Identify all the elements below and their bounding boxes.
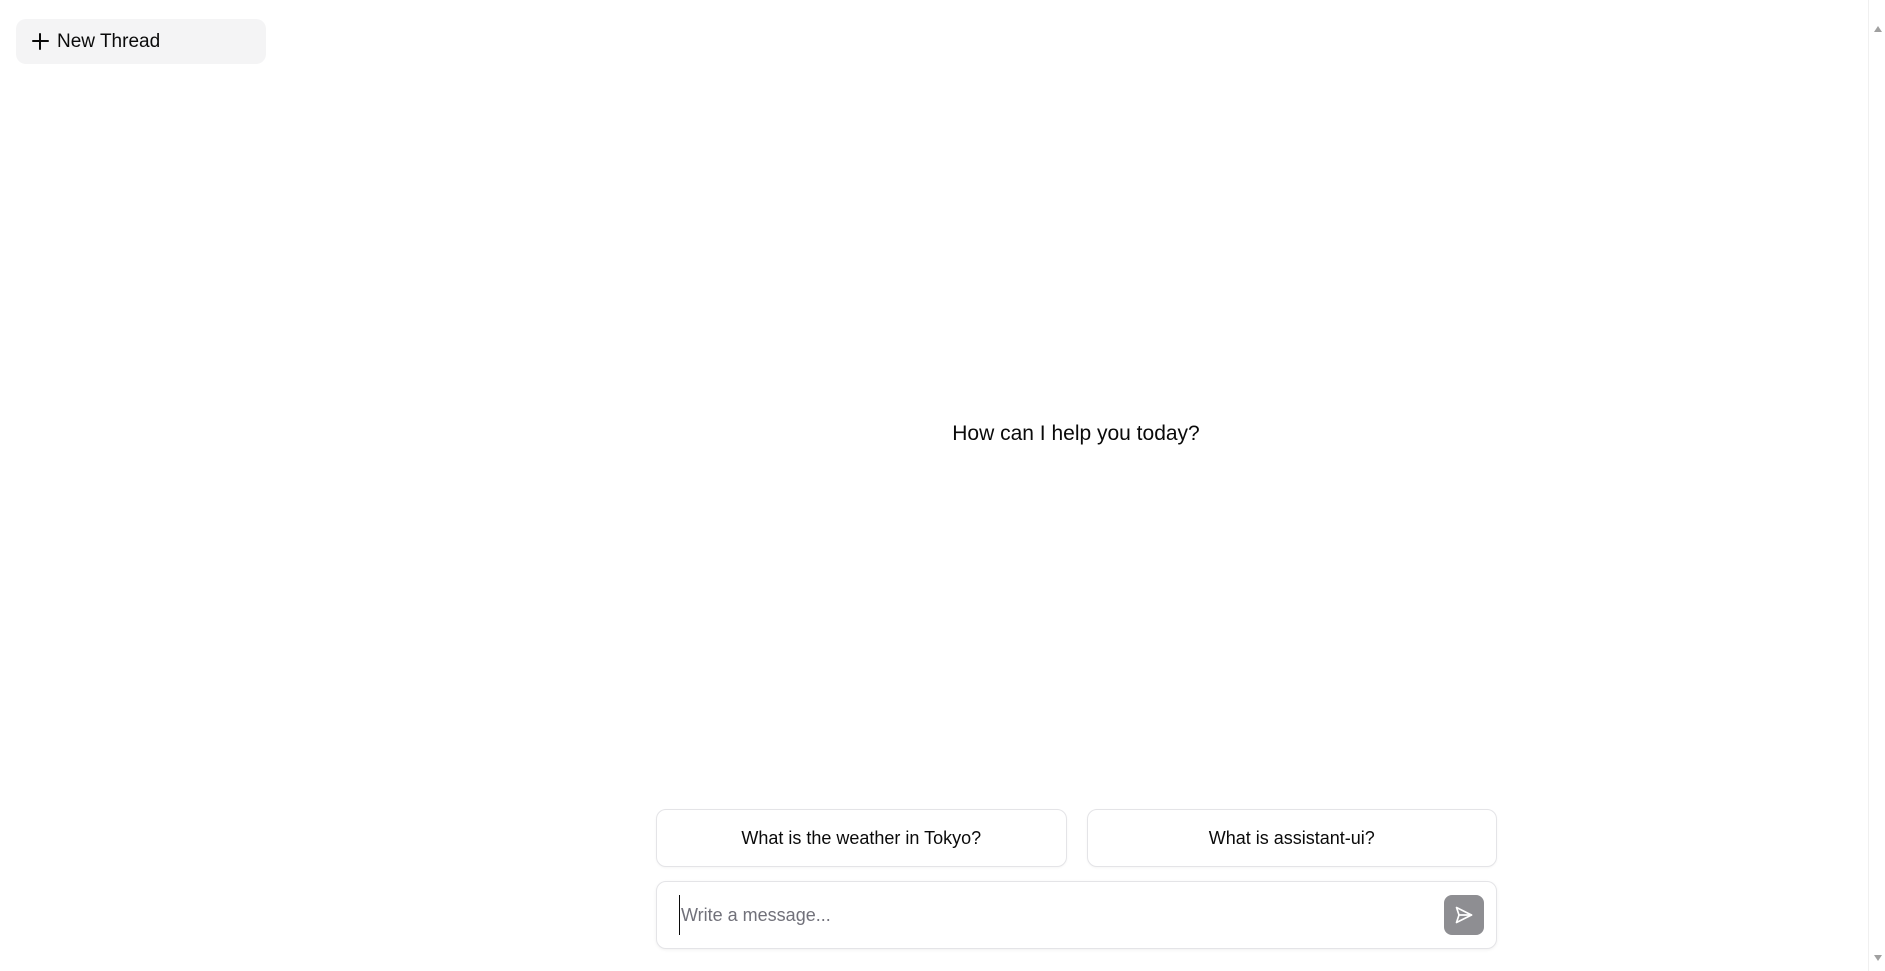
welcome-message: How can I help you today? <box>952 422 1200 445</box>
suggestion-button[interactable]: What is the weather in Tokyo? <box>656 809 1067 867</box>
app-root: New Thread How can I help you today? Wha… <box>0 0 1885 971</box>
suggestions: What is the weather in Tokyo? What is as… <box>656 809 1497 867</box>
send-icon <box>1455 906 1473 924</box>
composer <box>656 881 1497 949</box>
message-input[interactable] <box>679 895 1444 935</box>
suggestion-label: What is the weather in Tokyo? <box>741 827 982 848</box>
scroll-up-icon[interactable] <box>1874 26 1882 32</box>
suggestion-button[interactable]: What is assistant-ui? <box>1086 809 1497 867</box>
scroll-down-icon[interactable] <box>1874 955 1882 961</box>
suggestion-label: What is assistant-ui? <box>1208 827 1375 848</box>
send-button[interactable] <box>1444 895 1484 935</box>
new-thread-button[interactable]: New Thread <box>16 19 266 64</box>
plus-icon <box>32 33 49 50</box>
new-thread-label: New Thread <box>57 30 161 52</box>
scrollbar[interactable] <box>1868 0 1885 971</box>
